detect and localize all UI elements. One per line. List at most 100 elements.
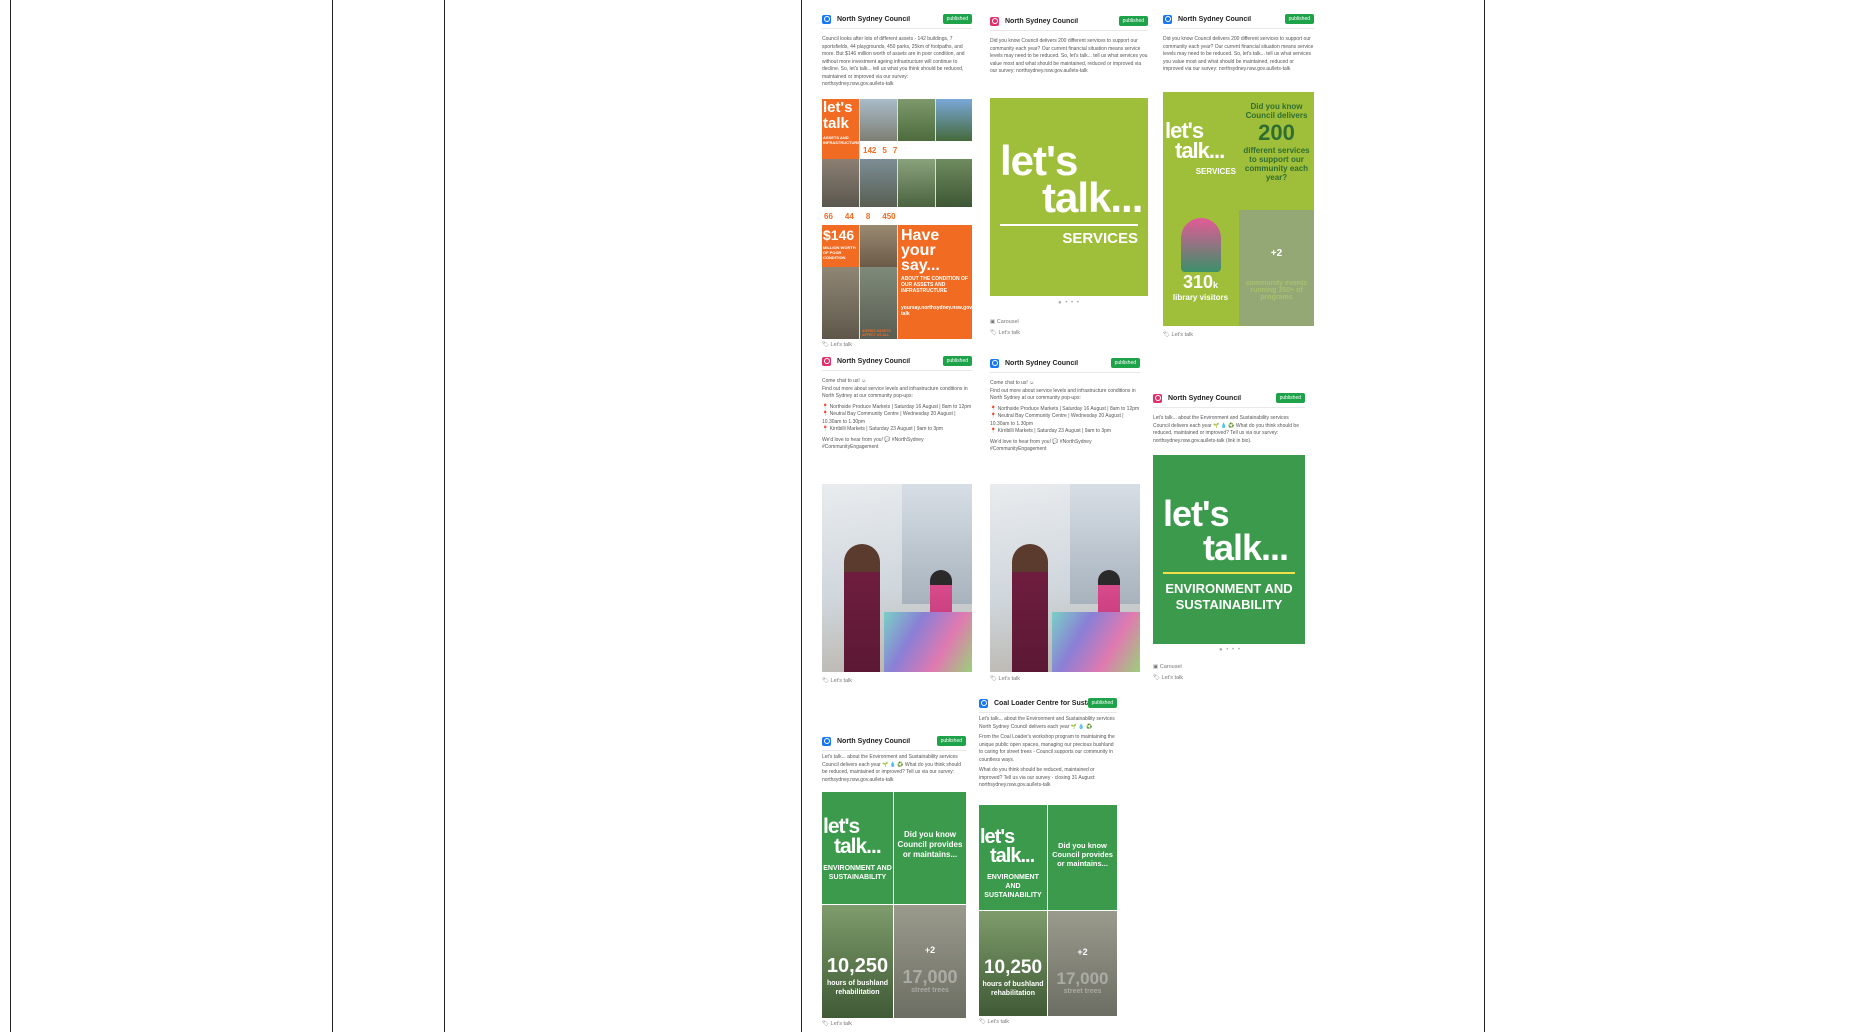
tag-label[interactable]: 🏷 Let's talk bbox=[822, 1021, 852, 1027]
stat-value: 10,250 bbox=[826, 955, 889, 977]
facebook-icon bbox=[1163, 14, 1172, 24]
status-badge: published bbox=[1110, 358, 1140, 368]
account-name: North Sydney Council bbox=[837, 357, 911, 365]
post-card[interactable]: North Sydney Council published Council l… bbox=[822, 10, 972, 348]
post-card[interactable]: North Sydney Council published Did you k… bbox=[1163, 10, 1314, 342]
playground-photo bbox=[860, 159, 897, 207]
tag-text: Let's talk bbox=[987, 1019, 1010, 1025]
caption-line: 📍 Northside Produce Markets | Saturday 1… bbox=[990, 405, 1140, 412]
talk-text: talk... bbox=[1175, 138, 1225, 163]
post-header: Coal Loader Centre for Sustaina... publi… bbox=[979, 694, 1117, 713]
post-header: North Sydney Council published bbox=[990, 12, 1148, 31]
more-images-tile[interactable]: +2 17,000 street trees bbox=[1048, 911, 1117, 1016]
stairs-photo bbox=[822, 159, 859, 207]
talk-text: talk... bbox=[834, 835, 882, 858]
divider bbox=[1163, 572, 1295, 574]
post-image[interactable]: let's talk... ENVIRONMENT AND SUSTAINABI… bbox=[822, 792, 966, 1018]
column-5 bbox=[1484, 0, 1870, 1032]
tag-label[interactable]: 🏷 Let's talk bbox=[822, 678, 852, 684]
lets-talk-tile: let's talk... ENVIRONMENT AND SUSTAINABI… bbox=[822, 792, 893, 904]
post-header: North Sydney Council published bbox=[1153, 389, 1305, 408]
tag-text: Let's talk bbox=[830, 678, 853, 684]
status-badge: published bbox=[1087, 698, 1117, 708]
caption-line: We'd love to hear from you! 💬 #NorthSydn… bbox=[822, 436, 924, 451]
caption-line: 📍 Kirribilli Markets | Saturday 23 Augus… bbox=[822, 426, 944, 432]
tag-label[interactable]: 🏷 Let's talk bbox=[990, 330, 1020, 336]
tag-label[interactable]: 🏷 Let's talk bbox=[1153, 675, 1183, 681]
tag-label[interactable]: 🏷 Let's talk bbox=[990, 676, 1020, 682]
stat-footpaths: 66 bbox=[824, 211, 833, 221]
stats-row-2: 66 44 8 450 bbox=[822, 207, 972, 225]
park-photo bbox=[898, 99, 935, 141]
post-card[interactable]: Coal Loader Centre for Sustaina... publi… bbox=[979, 694, 1117, 1028]
did-you-know-tile: Did you know Council provides or maintai… bbox=[894, 792, 966, 904]
table-cloth bbox=[1052, 612, 1140, 672]
post-image[interactable]: let's talk... SERVICES bbox=[990, 98, 1148, 296]
stat-label: hours of bushland rehabilitation bbox=[826, 980, 889, 996]
more-count: +2 bbox=[924, 945, 936, 955]
talk-text: talk... bbox=[990, 845, 1035, 867]
post-image[interactable]: let's talk ASSETS AND INFRASTRUCTURE 142… bbox=[822, 99, 972, 339]
environment-text: ENVIRONMENT AND SUSTAINABILITY bbox=[823, 865, 892, 881]
faded-value: 17,000 bbox=[1056, 969, 1109, 988]
tag-text: Let's talk bbox=[830, 1021, 853, 1027]
lets-talk-tile: let's talk ASSETS AND INFRASTRUCTURE bbox=[822, 99, 859, 159]
post-image[interactable]: let's talk... SERVICES Did you know Coun… bbox=[1163, 92, 1314, 326]
post-image[interactable]: let's talk... ENVIRONMENT AND SUSTAINABI… bbox=[979, 805, 1117, 1016]
tag-label[interactable]: 🏷 Let's talk bbox=[979, 1019, 1009, 1025]
status-badge: published bbox=[1275, 393, 1305, 403]
tag-label[interactable]: 🏷 Let's talk bbox=[822, 342, 852, 348]
caption-line: Come chat to us! ☺ bbox=[822, 378, 867, 384]
facebook-icon bbox=[990, 358, 999, 368]
facebook-icon bbox=[979, 698, 988, 708]
post-card[interactable]: North Sydney Council published Did you k… bbox=[990, 12, 1148, 342]
post-card[interactable]: North Sydney Council published Let's tal… bbox=[1153, 389, 1305, 685]
post-card[interactable]: North Sydney Council published Let's tal… bbox=[822, 732, 966, 1030]
more-count: +2 bbox=[1077, 947, 1088, 957]
post-card[interactable]: North Sydney Council published Come chat… bbox=[822, 352, 972, 686]
more-images-tile[interactable]: +2 17,000 street trees bbox=[894, 905, 966, 1018]
talk-text: talk... bbox=[1042, 174, 1143, 221]
faded-value: 17,000 bbox=[902, 967, 958, 987]
post-header: North Sydney Council published bbox=[990, 354, 1140, 373]
environment-text: ENVIRONMENT AND SUSTAINABILITY bbox=[1165, 581, 1293, 612]
caption-line: Come chat to us! ☺ bbox=[990, 380, 1035, 386]
caption-line: 📍 Northside Produce Markets | Saturday 1… bbox=[822, 403, 972, 410]
lets-talk-tile: let's talk... ENVIRONMENT AND SUSTAINABI… bbox=[979, 805, 1047, 910]
carousel-dots[interactable]: ● • • • bbox=[1219, 647, 1241, 653]
tag-label[interactable]: 🏷 Let's talk bbox=[1163, 332, 1193, 338]
services-description: different services to support our commun… bbox=[1243, 146, 1310, 182]
caption-paragraph: Did you know Council delivers 200 differ… bbox=[1163, 36, 1314, 72]
post-image[interactable]: let's talk... ENVIRONMENT AND SUSTAINABI… bbox=[1153, 455, 1305, 644]
caption-line: Find out more about service levels and i… bbox=[822, 385, 968, 400]
stat-label: library visitors bbox=[1172, 293, 1229, 302]
tag-text: Let's talk bbox=[1161, 675, 1184, 681]
divider bbox=[1000, 224, 1138, 226]
caption-paragraph: Let's talk... about the Environment and … bbox=[1153, 415, 1299, 444]
account-name: North Sydney Council bbox=[1005, 17, 1079, 25]
faded-text: community events running 350+ of program… bbox=[1245, 280, 1308, 301]
carousel-dots[interactable]: ● • • • bbox=[1058, 300, 1080, 306]
did-you-know-text: Did you know Council provides or maintai… bbox=[1052, 841, 1113, 868]
post-card[interactable]: North Sydney Council published Come chat… bbox=[990, 354, 1140, 686]
stats-row: 142 5 7 bbox=[860, 141, 972, 159]
stat-sportsfields: 5 bbox=[882, 145, 887, 155]
stat-playgrounds: 44 bbox=[844, 211, 854, 221]
column-3 bbox=[444, 0, 802, 1032]
services-text: SERVICES bbox=[1195, 167, 1236, 176]
more-images-tile[interactable]: +2 community events running 350+ of prog… bbox=[1239, 210, 1314, 326]
road-photo bbox=[822, 267, 859, 339]
reserve-photo bbox=[936, 159, 972, 207]
did-you-know-tile: Did you know Council delivers 200 differ… bbox=[1239, 92, 1314, 209]
have-your-say-heading: Have your say... bbox=[901, 227, 940, 274]
trees-photo bbox=[936, 99, 972, 141]
tag-text: Let's talk bbox=[998, 330, 1021, 336]
money-value: $146 bbox=[823, 227, 855, 243]
construction-photo bbox=[860, 225, 897, 267]
stat-buildings: 142 bbox=[863, 145, 877, 155]
status-badge: published bbox=[942, 14, 972, 24]
carousel-label: ▣ Carousel bbox=[990, 319, 1019, 325]
post-image[interactable] bbox=[822, 484, 972, 672]
post-image[interactable] bbox=[990, 484, 1140, 672]
person-photo bbox=[1012, 544, 1048, 672]
